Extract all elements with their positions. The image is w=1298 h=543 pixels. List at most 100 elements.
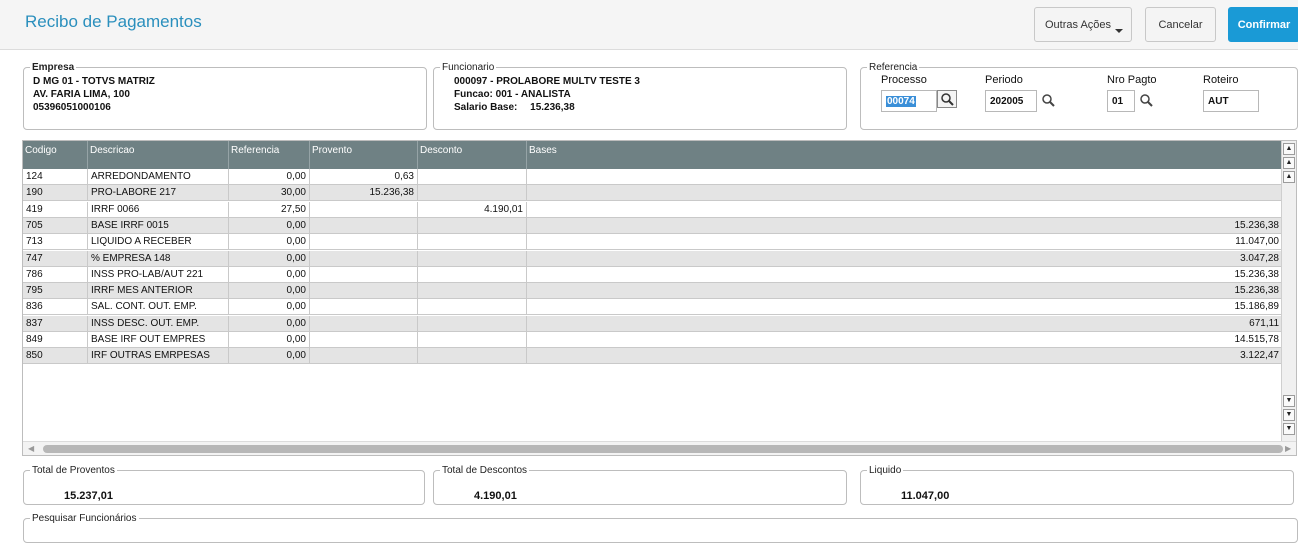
- table-row[interactable]: 849 BASE IRF OUT EMPRES 0,00 14.515,78: [23, 332, 1283, 348]
- empresa-address: AV. FARIA LIMA, 100: [33, 89, 130, 100]
- cell-bases: 14.515,78: [527, 332, 1283, 348]
- liquido-value: 11.047,00: [901, 490, 950, 502]
- cell-desconto: [418, 315, 527, 332]
- cell-descricao: BASE IRF OUT EMPRES: [88, 332, 229, 348]
- table-row[interactable]: 850 IRF OUTRAS EMRPESAS 0,00 3.122,47: [23, 348, 1283, 365]
- total-proventos-panel: Total de Proventos 15.237,01: [23, 465, 425, 505]
- processo-input[interactable]: 00074: [881, 90, 937, 112]
- cell-bases: 3.122,47: [527, 348, 1283, 365]
- cell-bases: 15.236,38: [527, 283, 1283, 300]
- liquido-panel: Liquido 11.047,00: [860, 465, 1294, 505]
- cell-codigo: 837: [23, 315, 88, 332]
- chevron-down-icon: [1115, 29, 1123, 33]
- cell-codigo: 713: [23, 234, 88, 251]
- scroll-left-icon[interactable]: ◀: [28, 444, 34, 453]
- scroll-bottom-icon[interactable]: ▼: [1283, 423, 1295, 435]
- nro-pagto-input[interactable]: 01: [1107, 90, 1135, 112]
- scroll-page-down-icon[interactable]: ▼: [1283, 409, 1295, 421]
- cell-referencia: 0,00: [229, 266, 310, 283]
- cell-codigo: 786: [23, 266, 88, 283]
- cell-bases: [527, 201, 1283, 218]
- total-descontos-label: Total de Descontos: [442, 465, 528, 476]
- table-row[interactable]: 747% EMPRESA 148 0,00 3.047,28: [23, 250, 1283, 267]
- cell-descricao: % EMPRESA 148: [88, 250, 229, 267]
- cell-desconto: 4.190,01: [418, 201, 527, 218]
- col-desconto-header[interactable]: Desconto: [418, 141, 527, 169]
- cell-bases: 15.186,89: [527, 299, 1283, 316]
- table-row[interactable]: 836 SAL. CONT. OUT. EMP. 0,00 15.186,89: [23, 299, 1283, 316]
- cancel-button[interactable]: Cancelar: [1145, 7, 1216, 42]
- table-row[interactable]: 786 INSS PRO-LAB/AUT 221 0,00 15.236,38: [23, 266, 1283, 283]
- scroll-right-icon[interactable]: ▶: [1285, 444, 1291, 453]
- scroll-down-icon[interactable]: ▼: [1283, 395, 1295, 407]
- total-descontos-value: 4.190,01: [474, 490, 517, 502]
- cell-bases: 11.047,00: [527, 234, 1283, 251]
- cell-bases: 3.047,28: [527, 250, 1283, 267]
- col-provento-header[interactable]: Provento: [310, 141, 418, 169]
- cell-desconto: [418, 169, 527, 185]
- cell-desconto: [418, 266, 527, 283]
- col-bases-header[interactable]: Bases: [527, 141, 1283, 169]
- table-row[interactable]: 837 INSS DESC. OUT. EMP. 0,00 671,11: [23, 315, 1283, 332]
- col-referencia-header[interactable]: Referencia: [229, 141, 310, 169]
- roteiro-label: Roteiro: [1203, 74, 1239, 86]
- cell-referencia: 0,00: [229, 315, 310, 332]
- horizontal-scroll-thumb[interactable]: [43, 445, 1283, 453]
- cell-codigo: 795: [23, 283, 88, 300]
- scroll-up-icon[interactable]: ▲: [1283, 171, 1295, 183]
- cell-codigo: 190: [23, 185, 88, 202]
- liquido-label: Liquido: [869, 465, 902, 476]
- table-row[interactable]: 419 IRRF 0066 27,50 4.190,01: [23, 201, 1283, 218]
- scroll-top-icon[interactable]: ▲: [1283, 143, 1295, 155]
- table-row[interactable]: 713 LIQUIDO A RECEBER 0,00 11.047,00: [23, 234, 1283, 251]
- scroll-page-up-icon[interactable]: ▲: [1283, 157, 1295, 169]
- cell-provento: [310, 332, 418, 348]
- funcionario-legend: Funcionario: [442, 62, 495, 73]
- outras-acoes-button[interactable]: Outras Ações: [1034, 7, 1132, 42]
- table-row[interactable]: 795 IRRF MES ANTERIOR 0,00 15.236,38: [23, 283, 1283, 300]
- cell-referencia: 0,00: [229, 299, 310, 316]
- processo-search-icon[interactable]: [937, 90, 957, 108]
- cell-provento: [310, 234, 418, 251]
- col-codigo-header[interactable]: Codigo: [23, 141, 88, 169]
- periodo-label: Periodo: [985, 74, 1023, 86]
- horizontal-scrollbar[interactable]: ◀ ▶: [23, 441, 1296, 455]
- pesquisar-funcionarios-legend: Pesquisar Funcionários: [32, 513, 137, 524]
- confirm-button[interactable]: Confirmar: [1228, 7, 1298, 42]
- cell-codigo: 849: [23, 332, 88, 348]
- cell-provento: [310, 201, 418, 218]
- cell-codigo: 747: [23, 250, 88, 267]
- cell-descricao: INSS PRO-LAB/AUT 221: [88, 266, 229, 283]
- table-row[interactable]: 124 ARREDONDAMENTO 0,00 0,63: [23, 169, 1283, 185]
- cell-provento: 0,63: [310, 169, 418, 185]
- cell-descricao: LIQUIDO A RECEBER: [88, 234, 229, 251]
- pesquisar-funcionarios-panel: Pesquisar Funcionários: [23, 513, 1298, 543]
- grid-header: Codigo Descricao Referencia Provento Des…: [23, 141, 1283, 169]
- table-row[interactable]: 190 PRO-LABORE 217 30,00 15.236,38: [23, 185, 1283, 202]
- roteiro-input[interactable]: AUT: [1203, 90, 1259, 112]
- cell-bases: [527, 169, 1283, 185]
- cell-referencia: 27,50: [229, 201, 310, 218]
- outras-acoes-label: Outras Ações: [1045, 19, 1112, 31]
- cell-desconto: [418, 348, 527, 365]
- periodo-input[interactable]: 202005: [985, 90, 1037, 112]
- nro-pagto-search-icon[interactable]: [1139, 93, 1153, 107]
- cell-desconto: [418, 283, 527, 300]
- cell-provento: [310, 315, 418, 332]
- cell-provento: 15.236,38: [310, 185, 418, 202]
- table-row[interactable]: 705 BASE IRRF 0015 0,00 15.236,38: [23, 217, 1283, 234]
- cell-desconto: [418, 185, 527, 202]
- vertical-scrollbar[interactable]: ▲ ▲ ▲ ▼ ▼ ▼: [1281, 141, 1296, 441]
- cell-referencia: 0,00: [229, 217, 310, 234]
- cell-bases: 15.236,38: [527, 217, 1283, 234]
- cell-codigo: 124: [23, 169, 88, 185]
- col-descricao-header[interactable]: Descricao: [88, 141, 229, 169]
- page-header: Recibo de Pagamentos Outras Ações Cancel…: [0, 0, 1298, 50]
- cell-desconto: [418, 299, 527, 316]
- cell-provento: [310, 250, 418, 267]
- periodo-search-icon[interactable]: [1041, 93, 1055, 107]
- cell-referencia: 0,00: [229, 283, 310, 300]
- cell-referencia: 0,00: [229, 348, 310, 365]
- cell-descricao: SAL. CONT. OUT. EMP.: [88, 299, 229, 316]
- cell-referencia: 30,00: [229, 185, 310, 202]
